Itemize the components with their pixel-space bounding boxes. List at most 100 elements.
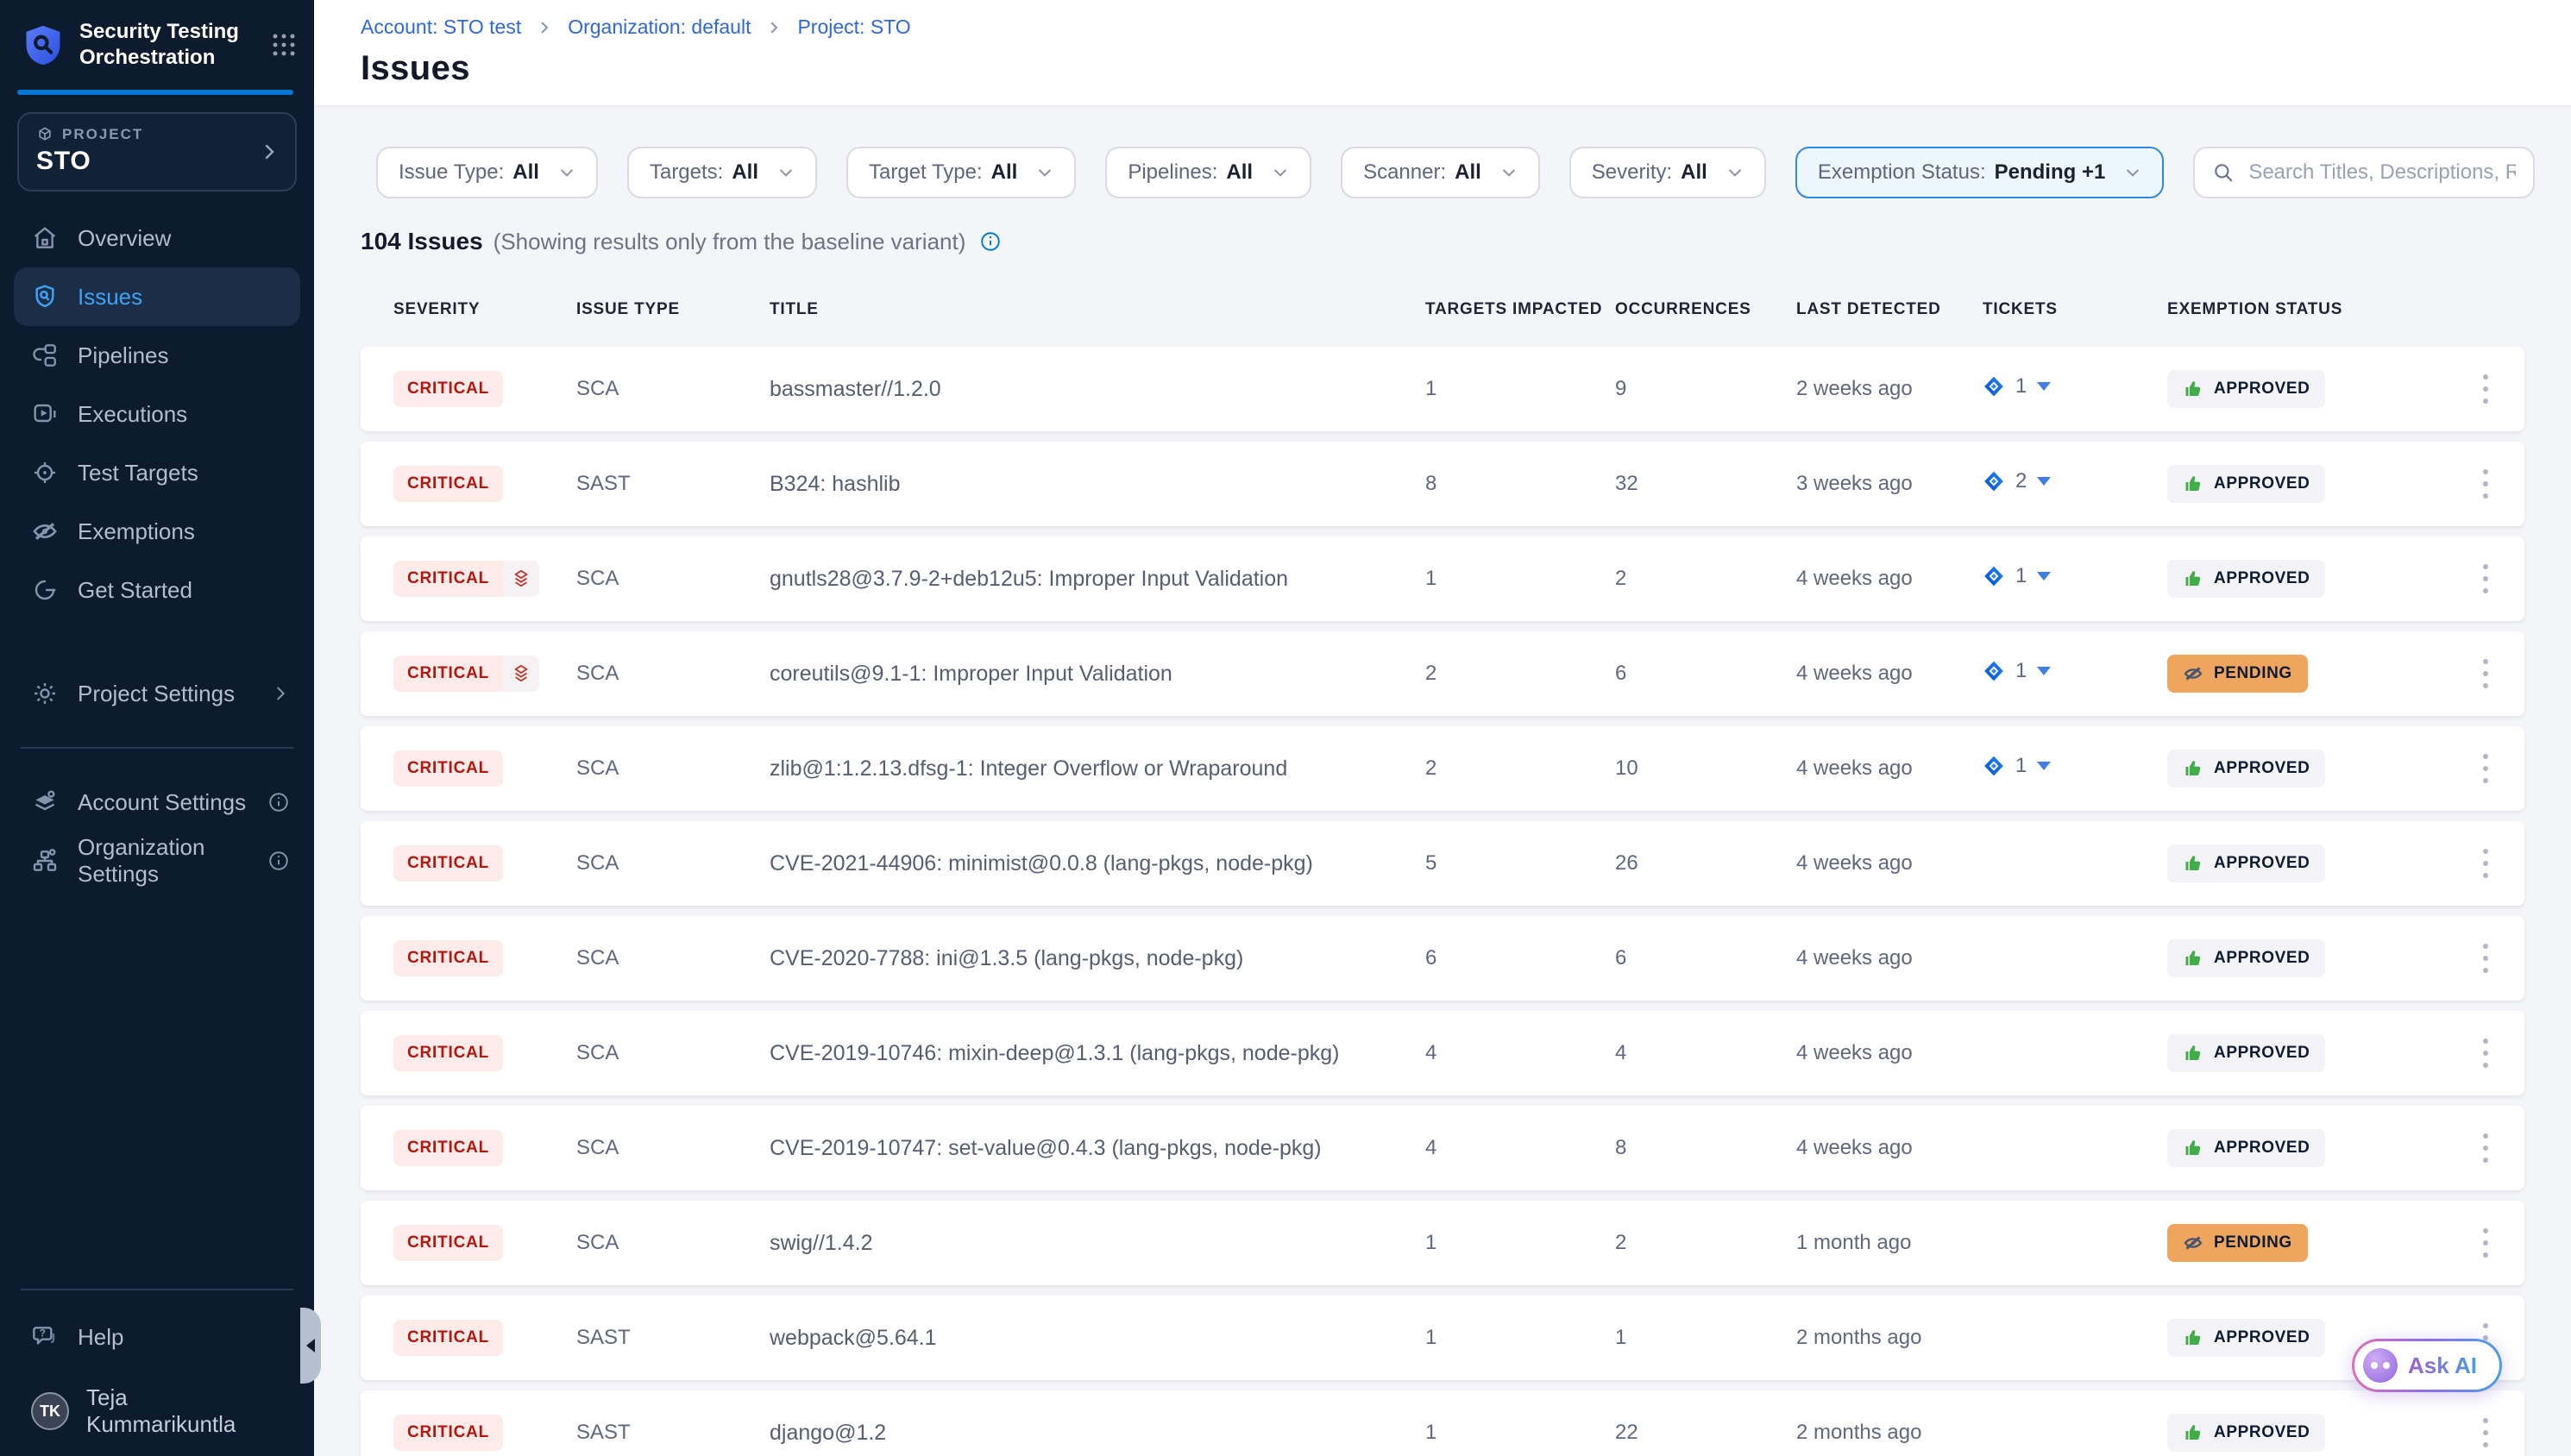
issue-title[interactable]: webpack@5.64.1 [770,1326,1425,1351]
ticket-caret-icon[interactable] [2037,382,2051,398]
issue-title[interactable]: bassmaster//1.2.0 [770,377,1425,402]
sidebar-item-get-started[interactable]: Get Started [0,561,314,619]
filter-dropdown[interactable]: Target Type: All [846,147,1076,198]
issue-title[interactable]: django@1.2 [770,1421,1425,1446]
row-menu-button[interactable] [2474,1218,2497,1268]
ticket-link[interactable]: 1 [1983,564,2051,588]
last-detected: 4 weeks ago [1796,1041,1983,1065]
sidebar-item-exemptions[interactable]: Exemptions [0,502,314,561]
module-grid-icon[interactable] [271,32,297,58]
row-menu-button[interactable] [2474,1123,2497,1173]
issue-row[interactable]: CRITICAL SCA CVE-2019-10747: set-value@0… [361,1106,2524,1190]
row-menu-button[interactable] [2474,933,2497,983]
issue-row[interactable]: CRITICAL SCA CVE-2020-7788: ini@1.3.5 (l… [361,916,2524,1001]
ticket-link[interactable]: 1 [1983,754,2051,778]
issue-title[interactable]: CVE-2020-7788: ini@1.3.5 (lang-pkgs, nod… [770,946,1425,971]
issue-row[interactable]: CRITICAL SCA CVE-2021-44906: minimist@0.… [361,821,2524,906]
targets-impacted: 4 [1425,1136,1615,1160]
filter-dropdown[interactable]: Issue Type: All [376,147,598,198]
ticket-link[interactable]: 2 [1983,469,2051,493]
ticket-caret-icon[interactable] [2037,477,2051,493]
sidebar-item-overview[interactable]: Overview [0,209,314,267]
targets-impacted: 2 [1425,756,1615,781]
last-detected: 4 weeks ago [1796,851,1983,875]
occurrences: 32 [1615,472,1796,496]
row-menu-button[interactable] [2474,1028,2497,1078]
thumbs-up-icon [2183,758,2203,779]
ticket-link[interactable]: 1 [1983,659,2051,683]
issue-row[interactable]: CRITICAL SAST django@1.2 1 22 2 months a… [361,1390,2524,1456]
project-selector[interactable]: PROJECT STO [17,112,297,191]
row-menu-button[interactable] [2474,459,2497,509]
breadcrumb-link[interactable]: Project: STO [797,16,910,39]
issue-row[interactable]: CRITICAL SCA CVE-2019-10746: mixin-deep@… [361,1011,2524,1095]
issue-row[interactable]: CRITICAL SAST webpack@5.64.1 1 1 2 month… [361,1296,2524,1380]
issue-title[interactable]: B324: hashlib [770,472,1425,497]
issue-title[interactable]: swig//1.4.2 [770,1231,1425,1256]
sidebar-collapse-handle[interactable] [300,1308,321,1384]
info-icon[interactable] [267,791,290,813]
sidebar-item-executions[interactable]: Executions [0,385,314,443]
row-menu-button[interactable] [2474,744,2497,794]
issue-title[interactable]: zlib@1:1.2.13.dfsg-1: Integer Overflow o… [770,756,1425,781]
sidebar-item-help[interactable]: ? Help [0,1308,314,1366]
issue-title[interactable]: CVE-2021-44906: minimist@0.0.8 (lang-pkg… [770,851,1425,876]
ticket-caret-icon[interactable] [2037,667,2051,682]
issue-type: SCA [576,377,770,401]
chevron-right-icon [537,20,552,35]
sidebar-item-organization-settings[interactable]: Organization Settings [0,832,314,890]
thumbs-up-icon [2183,1422,2203,1443]
occurrences: 22 [1615,1421,1796,1445]
issue-title[interactable]: CVE-2019-10747: set-value@0.4.3 (lang-pk… [770,1136,1425,1161]
ticket-link[interactable]: 1 [1983,374,2051,399]
search-input[interactable] [2248,160,2516,185]
breadcrumb-link[interactable]: Account: STO test [361,16,521,39]
ticket-caret-icon[interactable] [2037,572,2051,587]
targets-impacted: 5 [1425,851,1615,875]
sidebar-item-pipelines[interactable]: Pipelines [0,326,314,385]
row-menu-button[interactable] [2474,554,2497,604]
sidebar-item-issues[interactable]: Issues [14,267,300,326]
issue-title[interactable]: CVE-2019-10746: mixin-deep@1.3.1 (lang-p… [770,1041,1425,1066]
info-icon[interactable] [979,230,1002,253]
filter-dropdown[interactable]: Exemption Status: Pending +1 [1795,147,2164,198]
sidebar-item-label: Overview [78,225,171,252]
breadcrumb-link[interactable]: Organization: default [568,16,751,39]
issue-title[interactable]: coreutils@9.1-1: Improper Input Validati… [770,662,1425,687]
ticket-caret-icon[interactable] [2037,762,2051,777]
filter-dropdown[interactable]: Targets: All [627,147,817,198]
search-icon [2212,161,2235,184]
exemption-status-label: PENDING [2214,1233,2292,1252]
filter-dropdown[interactable]: Pipelines: All [1105,147,1311,198]
occurrences: 9 [1615,377,1796,401]
triangle-left-icon [299,1339,315,1352]
sidebar-item-project-settings[interactable]: Project Settings [0,664,314,723]
issue-row[interactable]: CRITICAL SCA bassmaster//1.2.0 1 9 2 wee… [361,347,2524,431]
user-menu[interactable]: TK Teja Kummarikuntla [0,1382,314,1440]
sidebar-item-label: Project Settings [78,681,235,707]
thumbs-up-icon [2183,1043,2203,1064]
filter-dropdown[interactable]: Severity: All [1569,147,1766,198]
jira-icon [1983,660,2005,682]
sidebar-item-test-targets[interactable]: Test Targets [0,443,314,502]
issue-row[interactable]: CRITICAL SCA swig//1.4.2 1 2 1 month ago… [361,1201,2524,1285]
info-icon[interactable] [267,850,290,872]
sidebar-item-account-settings[interactable]: Account Settings [0,773,314,832]
eye-off-icon [31,518,59,545]
issue-row[interactable]: CRITICAL SCA zlib@1:1.2.13.dfsg-1: Integ… [361,726,2524,811]
exemption-status-badge: APPROVED [2167,844,2325,882]
targets-impacted: 2 [1425,662,1615,686]
severity-badge: CRITICAL [393,750,503,787]
chevron-right-icon [259,141,280,162]
row-menu-button[interactable] [2474,1408,2497,1456]
issue-row[interactable]: CRITICAL SCA gnutls28@3.7.9-2+deb12u5: I… [361,537,2524,621]
row-menu-button[interactable] [2474,838,2497,888]
issue-row[interactable]: CRITICAL SAST B324: hashlib 8 32 3 weeks… [361,442,2524,526]
issue-row[interactable]: CRITICAL SCA coreutils@9.1-1: Improper I… [361,631,2524,716]
row-menu-button[interactable] [2474,364,2497,414]
issue-title[interactable]: gnutls28@3.7.9-2+deb12u5: Improper Input… [770,567,1425,592]
ask-ai-button[interactable]: Ask AI [2352,1339,2502,1392]
exemption-status-badge: APPROVED [2167,1129,2325,1167]
filter-dropdown[interactable]: Scanner: All [1341,147,1540,198]
row-menu-button[interactable] [2474,649,2497,699]
